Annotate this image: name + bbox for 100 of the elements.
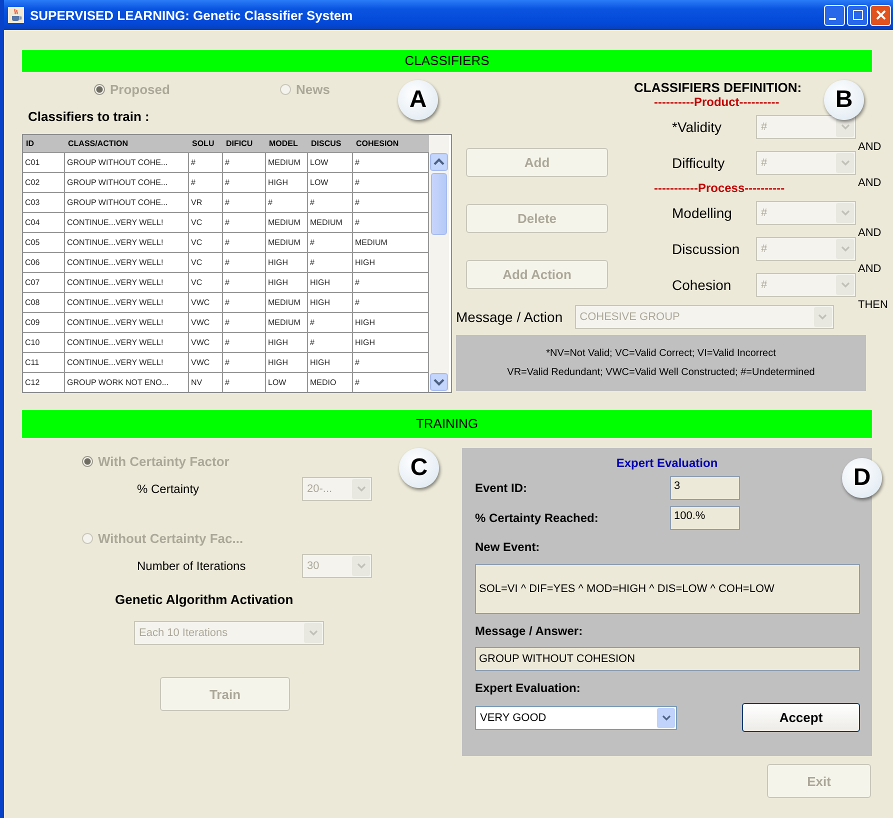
field-label: Event ID: — [475, 481, 528, 495]
table-cell: # — [189, 153, 223, 172]
scroll-down-icon[interactable] — [430, 373, 448, 391]
caret-icon — [356, 563, 366, 569]
caret-icon — [662, 714, 670, 720]
table-cell: HIGH — [266, 253, 308, 272]
table-cell: CONTINUE...VERY WELL! — [65, 253, 189, 272]
close-button[interactable] — [870, 4, 891, 26]
field-label: Number of Iterations — [137, 559, 247, 573]
table-cell: C11 — [23, 353, 65, 372]
table-cell: VWC — [189, 333, 223, 352]
table-cell: VWC — [189, 293, 223, 312]
table-cell: C09 — [23, 313, 65, 332]
column-header: CLASS/ACTION — [67, 138, 129, 150]
table-cell: C02 — [23, 173, 65, 192]
section-header: CLASSIFIERS — [22, 50, 872, 72]
field-label: % Certainty Reached: — [475, 511, 600, 525]
conjunction-label: AND — [857, 141, 882, 153]
group-heading: ----------Product---------- — [654, 95, 780, 109]
caret-icon — [840, 246, 850, 252]
caret-icon — [818, 314, 828, 320]
table-cell: GROUP WITHOUT COHE... — [65, 153, 189, 172]
table-cell: CONTINUE...VERY WELL! — [65, 353, 189, 372]
conjunction-label: AND — [857, 177, 882, 189]
callout-badge: C — [399, 448, 439, 488]
field-label: New Event: — [475, 540, 540, 554]
caret-icon — [308, 630, 318, 636]
window-title: SUPERVISED LEARNING: Genetic Classifier System — [30, 8, 354, 22]
table-cell: # — [308, 233, 353, 252]
table-cell: MEDIO — [308, 373, 353, 392]
table-cell: C06 — [23, 253, 65, 272]
table-cell: HIGH — [266, 353, 308, 372]
table-cell: NV — [189, 373, 223, 392]
table-cell: # — [223, 353, 266, 372]
field-label: Difficulty — [672, 155, 726, 171]
table-cell: # — [308, 253, 353, 272]
callout-badge: B — [824, 80, 864, 120]
table-cell: VC — [189, 233, 223, 252]
section-header: TRAINING — [22, 410, 872, 438]
table-cell: # — [223, 173, 266, 192]
maximize-button[interactable] — [847, 4, 868, 26]
table-cell: # — [223, 333, 266, 352]
table-cell: # — [223, 313, 266, 332]
table-cell: GROUP WITHOUT COHE... — [65, 193, 189, 212]
table-cell: # — [308, 333, 353, 352]
table-cell: MEDIUM — [266, 293, 308, 312]
scroll-up-icon[interactable] — [430, 153, 448, 171]
table-cell: HIGH — [266, 173, 308, 192]
table-cell: # — [223, 373, 266, 392]
legend-text: VR=Valid Redundant; VWC=Valid Well Constructed; #=Undetermined — [507, 367, 815, 378]
table-cell: MEDIUM — [266, 213, 308, 232]
field-label: *Validity — [672, 119, 723, 135]
field-label: Message / Action — [456, 309, 563, 325]
legend-text: *NV=Not Valid; VC=Valid Correct; VI=Valid Incorrect — [546, 348, 776, 359]
table-cell: MEDIUM — [308, 213, 353, 232]
table-cell: LOW — [308, 173, 353, 192]
caret-icon — [840, 210, 850, 216]
close-icon — [874, 9, 886, 21]
table-cell: MEDIUM — [266, 233, 308, 252]
minimize-button[interactable] — [824, 4, 845, 26]
conjunction-label: AND — [857, 227, 882, 239]
table-cell: # — [223, 193, 266, 212]
table-cell: VC — [189, 213, 223, 232]
table-cell: # — [223, 273, 266, 292]
table-cell: HIGH — [266, 273, 308, 292]
accept-button[interactable]: Accept — [742, 703, 860, 732]
event-field[interactable]: SOL=VI ^ DIF=YES ^ MOD=HIGH ^ DIS=LOW ^ COH=LOW — [475, 564, 860, 614]
scroll-thumb[interactable] — [431, 173, 447, 235]
field-label: % Certainty — [137, 482, 200, 496]
table-cell: # — [308, 313, 353, 332]
table-cell: # — [308, 193, 353, 212]
caret-icon — [840, 160, 850, 166]
scrollbar[interactable] — [429, 135, 449, 392]
column-header: DIFICU — [225, 138, 254, 150]
table-cell: CONTINUE...VERY WELL! — [65, 293, 189, 312]
caret-icon — [840, 124, 850, 130]
table-cell: # — [223, 253, 266, 272]
table-cell: LOW — [308, 153, 353, 172]
table-cell: MEDIUM — [266, 153, 308, 172]
table-cell: VR — [189, 193, 223, 212]
table-cell: HIGH — [266, 333, 308, 352]
dropdown[interactable]: VERY GOOD — [475, 706, 677, 730]
table-cell: C07 — [23, 273, 65, 292]
callout-badge: D — [842, 458, 882, 498]
event-id-field[interactable]: 3 — [670, 476, 740, 500]
table-cell: # — [223, 153, 266, 172]
table-cell: HIGH — [308, 293, 353, 312]
table-cell: CONTINUE...VERY WELL! — [65, 233, 189, 252]
table-cell: # — [223, 233, 266, 252]
conjunction-label: THEN — [857, 299, 888, 311]
certainty-field[interactable]: 100.% — [670, 506, 740, 530]
table-cell: CONTINUE...VERY WELL! — [65, 213, 189, 232]
field-label: Message / Answer: — [475, 624, 583, 638]
table-cell: # — [189, 173, 223, 192]
column-header: DISCUS — [310, 138, 342, 150]
field-label: Expert Evaluation: — [475, 681, 580, 695]
answer-field[interactable]: GROUP WITHOUT COHESION — [475, 647, 860, 671]
list-title: Classifiers to train : — [28, 109, 150, 124]
caret-icon — [840, 282, 850, 288]
table-cell: C08 — [23, 293, 65, 312]
